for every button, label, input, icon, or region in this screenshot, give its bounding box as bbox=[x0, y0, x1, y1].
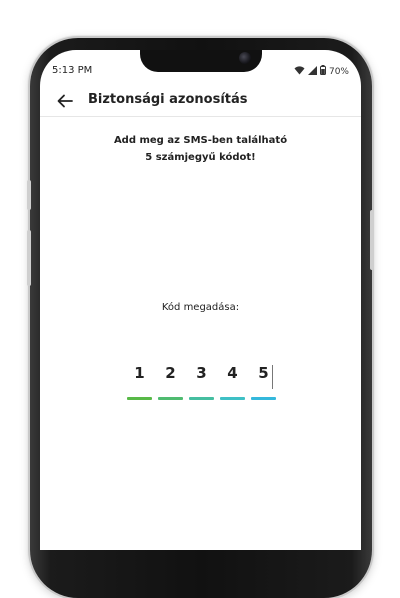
phone-side-button bbox=[27, 230, 31, 286]
back-button[interactable] bbox=[54, 90, 76, 112]
sms-code-input[interactable]: 1 2 3 4 5 bbox=[127, 358, 287, 402]
status-time: 5:13 PM bbox=[52, 65, 93, 76]
battery-icon bbox=[319, 65, 326, 78]
sms-instruction: Add meg az SMS-ben található 5 számjegyű… bbox=[40, 132, 361, 166]
code-digit: 4 bbox=[227, 364, 238, 382]
code-digit-underline bbox=[220, 397, 245, 400]
code-label: Kód megadása: bbox=[161, 302, 240, 313]
page-title: Biztonsági azonosítás bbox=[88, 92, 248, 107]
app-header: Biztonsági azonosítás bbox=[40, 86, 361, 117]
code-digit-underline bbox=[251, 397, 276, 400]
code-digit-underline bbox=[158, 397, 183, 400]
arrow-left-icon bbox=[57, 94, 73, 108]
front-camera-icon bbox=[239, 52, 251, 64]
instruction-line-1: Add meg az SMS-ben található bbox=[113, 135, 288, 146]
code-digit: 3 bbox=[196, 364, 207, 382]
code-digit-box[interactable]: 2 bbox=[158, 358, 183, 402]
code-digit-underline bbox=[127, 397, 152, 400]
code-digit-box[interactable]: 4 bbox=[220, 358, 245, 402]
code-digit: 1 bbox=[134, 364, 145, 382]
code-digit: 2 bbox=[165, 364, 176, 382]
text-cursor bbox=[272, 365, 273, 389]
code-digit-underline bbox=[189, 397, 214, 400]
wifi-icon bbox=[294, 65, 305, 78]
battery-percent: 70% bbox=[328, 66, 349, 77]
instruction-line-2: 5 számjegyű kódot! bbox=[145, 152, 256, 163]
phone-screen: 5:13 PM 70% Biztonsági azonosítás Add me… bbox=[40, 50, 361, 550]
status-icons: 70% bbox=[294, 65, 349, 78]
phone-side-button bbox=[370, 210, 374, 270]
code-digit-box[interactable]: 3 bbox=[189, 358, 214, 402]
signal-icon bbox=[307, 65, 317, 78]
code-digit-box[interactable]: 1 bbox=[127, 358, 152, 402]
phone-side-button bbox=[27, 180, 31, 210]
